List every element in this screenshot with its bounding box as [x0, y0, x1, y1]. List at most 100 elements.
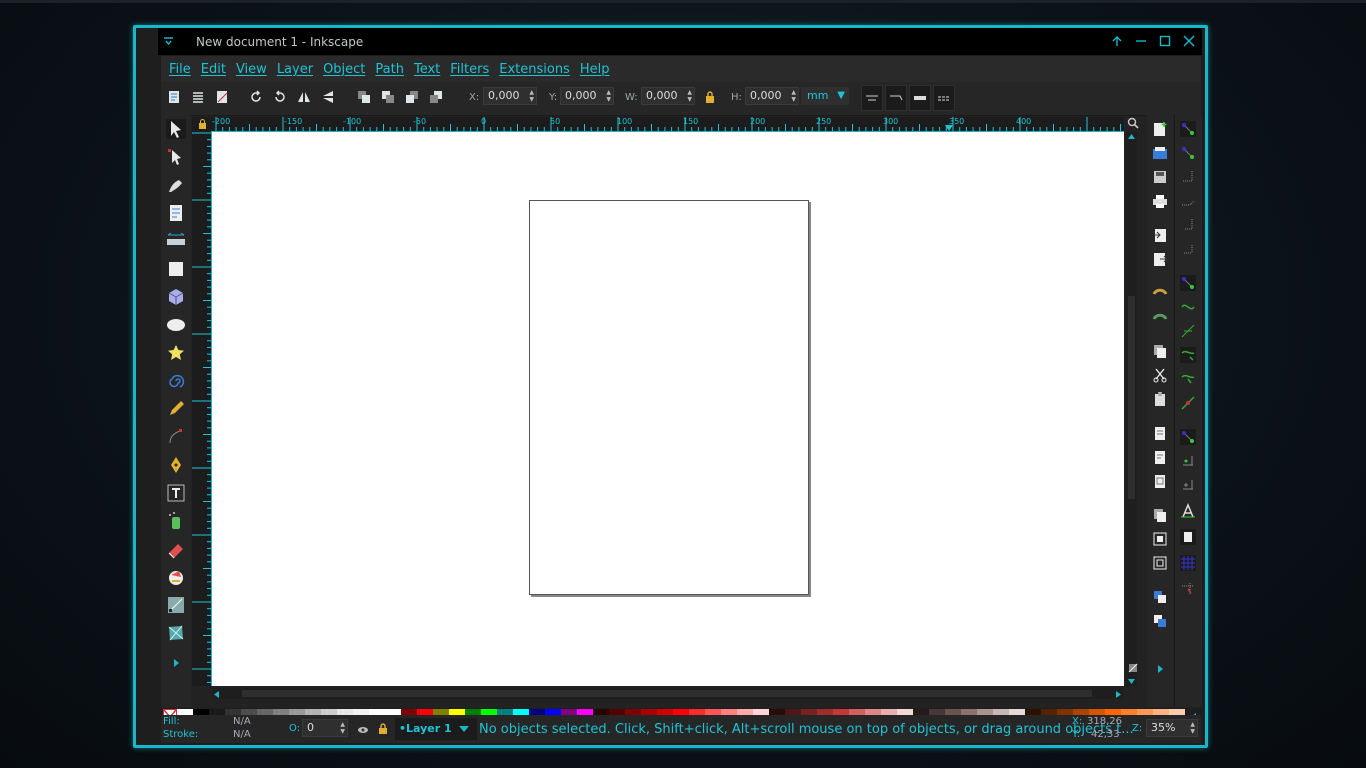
deselect-icon[interactable] — [215, 90, 229, 104]
menu-edit[interactable]: Edit — [201, 62, 226, 77]
vertical-ruler[interactable] — [192, 131, 212, 686]
scroll-up-icon[interactable] — [1128, 134, 1135, 139]
lower-to-bottom-icon[interactable] — [429, 90, 443, 104]
horizontal-scrollbar[interactable] — [212, 688, 1124, 699]
scroll-right-icon[interactable] — [1116, 691, 1121, 698]
3d-box-tool-icon[interactable] — [166, 287, 186, 307]
redo-icon[interactable] — [1152, 309, 1168, 325]
menu-help[interactable]: Help — [580, 62, 610, 77]
snap-enable-icon[interactable] — [1180, 121, 1196, 137]
menu-file[interactable]: File — [169, 62, 191, 77]
snap-paths-icon[interactable] — [1180, 299, 1196, 315]
rotate-ccw-icon[interactable] — [249, 90, 263, 104]
opacity-field[interactable]: 0 ▲ ▼ — [302, 719, 348, 737]
gradient-tool-icon[interactable] — [166, 595, 186, 615]
snap-cusp-nodes-icon[interactable] — [1180, 347, 1196, 363]
drawing-canvas[interactable] — [212, 132, 1124, 686]
paint-bucket-tool-icon[interactable] — [166, 567, 186, 587]
measure-tool-icon[interactable] — [166, 231, 186, 251]
menu-text[interactable]: Text — [414, 62, 440, 77]
snap-intersections-icon[interactable] — [1180, 323, 1196, 339]
window-menu-icon[interactable] — [163, 36, 174, 47]
scroll-down-icon[interactable] — [1128, 679, 1135, 684]
import-icon[interactable] — [1152, 227, 1168, 243]
maximize-icon[interactable] — [1158, 32, 1172, 50]
zoom-selection-icon[interactable] — [1152, 425, 1168, 441]
horizontal-scroll-thumb[interactable] — [242, 690, 1092, 697]
ruler-corner-lock[interactable] — [192, 117, 212, 131]
h-field[interactable]: 0,000 ▲ ▼ — [745, 87, 799, 105]
flip-vertical-icon[interactable] — [321, 90, 335, 104]
snap-guides-icon[interactable] — [1180, 581, 1196, 597]
menu-extensions[interactable]: Extensions — [499, 62, 570, 77]
snap-bbox-icon[interactable] — [1180, 145, 1196, 161]
print-icon[interactable] — [1152, 193, 1168, 209]
layer-lock-icon[interactable] — [377, 722, 389, 735]
cut-icon[interactable] — [1152, 367, 1168, 383]
x-field[interactable]: 0,000 ▲ ▼ — [483, 87, 537, 105]
unit-select[interactable]: mm ▼ — [801, 87, 849, 105]
ellipse-tool-icon[interactable] — [166, 315, 186, 335]
raise-to-top-icon[interactable] — [357, 90, 371, 104]
ungroup-icon[interactable] — [1152, 613, 1168, 629]
select-all-layers-icon[interactable] — [191, 90, 205, 104]
new-document-icon[interactable] — [1152, 121, 1168, 137]
minimize-icon[interactable] — [1134, 32, 1148, 50]
snap-smooth-nodes-icon[interactable] — [1180, 371, 1196, 387]
rotate-cw-icon[interactable] — [273, 90, 287, 104]
copy-icon[interactable] — [1152, 343, 1168, 359]
snap-bbox-corners-icon[interactable] — [1180, 193, 1196, 209]
stroke-value[interactable]: N/A — [233, 729, 251, 740]
lock-ratio-icon[interactable] — [703, 90, 717, 104]
export-icon[interactable] — [1152, 251, 1168, 267]
scroll-left-icon[interactable] — [214, 691, 219, 698]
paste-icon[interactable] — [1152, 391, 1168, 407]
star-tool-icon[interactable] — [166, 343, 186, 363]
unlink-clone-icon[interactable] — [1152, 555, 1168, 571]
save-icon[interactable] — [1152, 169, 1168, 185]
node-tool-icon[interactable] — [166, 147, 186, 167]
vertical-scrollbar[interactable] — [1126, 132, 1137, 686]
y-field[interactable]: 0,000 ▲ ▼ — [560, 87, 614, 105]
lower-icon[interactable] — [405, 90, 419, 104]
zoom-drawing-icon[interactable] — [1152, 449, 1168, 465]
menu-view[interactable]: View — [236, 62, 267, 77]
tweak-tool-icon[interactable] — [166, 175, 186, 195]
select-all-icon[interactable] — [167, 90, 181, 104]
color-manage-icon[interactable] — [1128, 663, 1138, 673]
pen-tool-icon[interactable] — [166, 427, 186, 447]
pencil-tool-icon[interactable] — [166, 399, 186, 419]
keep-above-icon[interactable] — [1110, 32, 1124, 50]
scale-stroke-toggle[interactable] — [861, 85, 883, 111]
open-document-icon[interactable] — [1152, 145, 1168, 161]
snap-object-centers-icon[interactable] — [1180, 453, 1196, 469]
flip-horizontal-icon[interactable] — [297, 90, 311, 104]
menu-layer[interactable]: Layer — [277, 62, 313, 77]
snap-bbox-midpoints-icon[interactable] — [1180, 217, 1196, 233]
menu-path[interactable]: Path — [375, 62, 404, 77]
menu-filters[interactable]: Filters — [450, 62, 489, 77]
commands-expand-icon[interactable] — [1152, 661, 1168, 677]
raise-icon[interactable] — [381, 90, 395, 104]
layer-visibility-icon[interactable] — [357, 723, 369, 735]
snap-others-icon[interactable] — [1180, 429, 1196, 445]
titlebar[interactable]: New document 1 - Inkscape — [158, 28, 1202, 55]
text-tool-icon[interactable] — [166, 483, 186, 503]
move-gradients-toggle[interactable] — [909, 85, 931, 111]
spiral-tool-icon[interactable] — [166, 371, 186, 391]
snap-bbox-centers-icon[interactable] — [1180, 241, 1196, 257]
spray-tool-icon[interactable] — [166, 511, 186, 531]
group-icon[interactable] — [1152, 589, 1168, 605]
duplicate-icon[interactable] — [1152, 507, 1168, 523]
snap-page-border-icon[interactable] — [1180, 529, 1196, 545]
close-icon[interactable] — [1182, 32, 1196, 50]
snap-rotation-centers-icon[interactable] — [1180, 477, 1196, 493]
selector-tool-icon[interactable] — [166, 119, 186, 139]
menu-object[interactable]: Object — [323, 62, 365, 77]
calligraphy-tool-icon[interactable] — [166, 455, 186, 475]
snap-text-baseline-icon[interactable] — [1180, 503, 1196, 519]
mesh-tool-icon[interactable] — [166, 623, 186, 643]
toolbox-expand-icon[interactable] — [166, 653, 186, 673]
scale-corners-toggle[interactable] — [885, 85, 907, 111]
snap-grids-icon[interactable] — [1180, 555, 1196, 571]
